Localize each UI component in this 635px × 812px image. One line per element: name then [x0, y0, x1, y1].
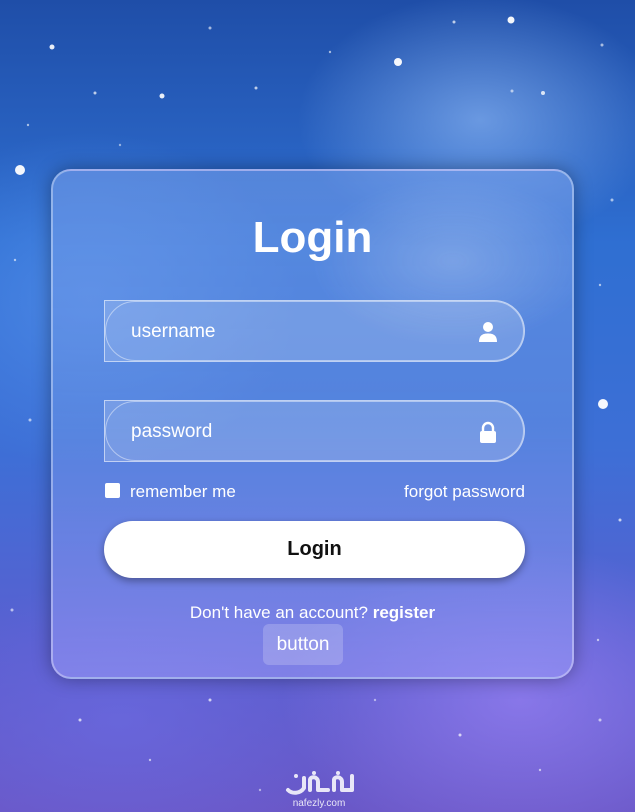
- password-placeholder: password: [131, 421, 213, 442]
- forgot-password-link[interactable]: forgot password: [404, 482, 525, 502]
- register-prompt-line: Don't have an account? register: [53, 603, 572, 623]
- nafezly-watermark: nafezly.com: [282, 770, 356, 810]
- login-button[interactable]: Login: [104, 521, 525, 578]
- password-field[interactable]: password: [104, 400, 525, 462]
- nafezly-logo: [286, 771, 354, 795]
- username-placeholder: username: [131, 321, 216, 342]
- watermark-text: nafezly.com: [292, 798, 346, 809]
- register-link[interactable]: register: [373, 603, 435, 622]
- lock-icon: [478, 421, 498, 443]
- login-card: Login username password remember me forg…: [51, 169, 574, 679]
- username-field[interactable]: username: [104, 300, 525, 362]
- remember-label[interactable]: remember me: [130, 482, 236, 502]
- remember-checkbox[interactable]: [105, 483, 120, 498]
- extra-button[interactable]: button: [263, 624, 343, 665]
- options-row: remember me forgot password: [104, 480, 525, 504]
- user-icon: [478, 321, 498, 343]
- login-title: Login: [252, 213, 373, 262]
- register-prompt: Don't have an account?: [189, 603, 368, 622]
